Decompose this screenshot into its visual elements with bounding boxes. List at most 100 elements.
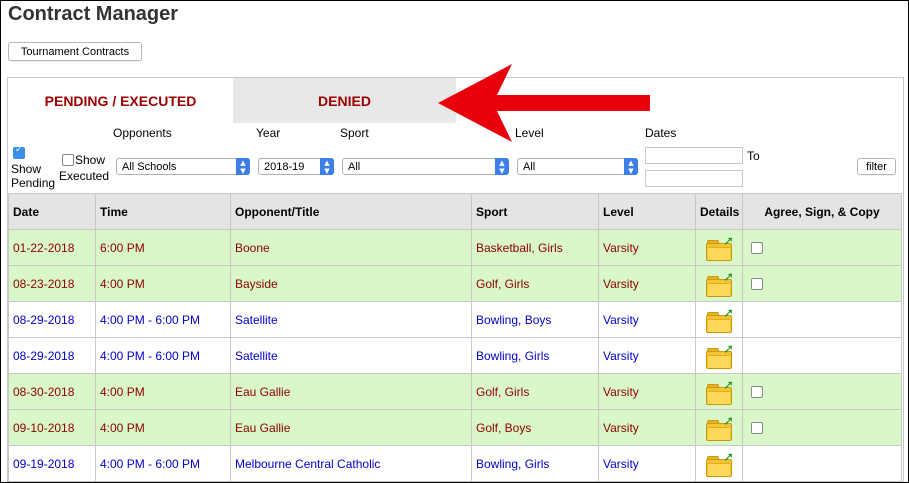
row-sport: Golf, Girls	[471, 265, 599, 302]
row-time: 4:00 PM	[95, 373, 231, 410]
row-agree-cell	[742, 445, 902, 482]
row-details-cell: ➚	[695, 445, 743, 482]
row-time: 4:00 PM - 6:00 PM	[95, 337, 231, 374]
row-date: 08-29-2018	[8, 301, 96, 338]
select-arrows-icon: ▲ ▼	[236, 158, 250, 175]
folder-open-icon[interactable]: ➚	[706, 378, 734, 405]
level-value: All	[523, 160, 536, 173]
folder-open-icon[interactable]: ➚	[706, 306, 734, 333]
agree-checkbox[interactable]	[751, 242, 763, 255]
row-details-cell: ➚	[695, 265, 743, 302]
row-date: 08-23-2018	[8, 265, 96, 302]
row-time: 6:00 PM	[95, 229, 231, 266]
tab-denied[interactable]: DENIED	[233, 78, 456, 123]
row-time: 4:00 PM	[95, 409, 231, 446]
agree-checkbox[interactable]	[751, 422, 763, 435]
row-sport: Golf, Girls	[471, 373, 599, 410]
row-level: Varsity	[598, 337, 696, 374]
row-level: Varsity	[598, 229, 696, 266]
date-to-input[interactable]	[645, 170, 743, 187]
dates-to-label: To	[747, 149, 760, 163]
folder-open-icon[interactable]: ➚	[706, 450, 734, 477]
select-arrows-icon: ▲ ▼	[320, 158, 334, 175]
tab-pending-executed[interactable]: PENDING / EXECUTED	[8, 78, 233, 123]
col-header-date[interactable]: Date	[8, 193, 96, 230]
dates-label: Dates	[645, 126, 677, 140]
row-time: 4:00 PM	[95, 265, 231, 302]
row-opponent: Satellite	[230, 301, 472, 338]
col-header-opponent[interactable]: Opponent/Title	[230, 193, 472, 230]
table-header-row: Date Time Opponent/Title Sport Level Det…	[8, 193, 902, 230]
show-pending-checkbox[interactable]	[13, 145, 25, 159]
agree-checkbox[interactable]	[751, 386, 763, 399]
col-header-sport[interactable]: Sport	[471, 193, 599, 230]
row-time: 4:00 PM - 6:00 PM	[95, 301, 231, 338]
row-sport: Bowling, Girls	[471, 337, 599, 374]
table-row: 08-30-2018 4:00 PM Eau Gallie Golf, Girl…	[8, 373, 902, 410]
row-opponent: Satellite	[230, 337, 472, 374]
row-sport: Bowling, Boys	[471, 301, 599, 338]
row-date: 09-19-2018	[8, 445, 96, 482]
row-agree-cell	[742, 229, 902, 266]
row-agree-cell	[742, 337, 902, 374]
row-sport: Bowling, Girls	[471, 445, 599, 482]
show-executed-label-2: Executed	[59, 169, 110, 183]
opponents-value: All Schools	[122, 160, 177, 173]
row-opponent: Eau Gallie	[230, 409, 472, 446]
row-agree-cell	[742, 301, 902, 338]
sport-value: All	[348, 160, 361, 173]
folder-open-icon[interactable]: ➚	[706, 414, 734, 441]
row-details-cell: ➚	[695, 409, 743, 446]
col-header-time[interactable]: Time	[95, 193, 231, 230]
folder-open-icon[interactable]: ➚	[706, 270, 734, 297]
row-date: 01-22-2018	[8, 229, 96, 266]
folder-open-icon[interactable]: ➚	[706, 342, 734, 369]
show-pending-label-1: Show	[11, 162, 42, 176]
level-select[interactable]: All ▲ ▼	[517, 158, 638, 175]
row-details-cell: ➚	[695, 301, 743, 338]
show-executed-checkbox[interactable]	[62, 154, 74, 166]
opponents-label: Opponents	[113, 126, 172, 140]
select-arrows-icon: ▲ ▼	[624, 158, 638, 175]
sport-select[interactable]: All ▲ ▼	[342, 158, 509, 175]
contracts-table: Date Time Opponent/Title Sport Level Det…	[8, 193, 902, 482]
agree-checkbox[interactable]	[751, 278, 763, 291]
col-header-details: Details	[695, 193, 743, 230]
year-label: Year	[256, 126, 281, 140]
date-from-input[interactable]	[645, 147, 743, 164]
row-agree-cell	[742, 265, 902, 302]
table-row: 09-19-2018 4:00 PM - 6:00 PM Melbourne C…	[8, 445, 902, 482]
row-date: 09-10-2018	[8, 409, 96, 446]
folder-open-icon[interactable]: ➚	[706, 234, 734, 261]
row-details-cell: ➚	[695, 373, 743, 410]
filter-button[interactable]: filter	[857, 158, 896, 175]
sport-label: Sport	[340, 126, 369, 140]
row-opponent: Melbourne Central Catholic	[230, 445, 472, 482]
row-level: Varsity	[598, 265, 696, 302]
row-date: 08-29-2018	[8, 337, 96, 374]
row-sport: Golf, Boys	[471, 409, 599, 446]
table-row: 08-29-2018 4:00 PM - 6:00 PM Satellite B…	[8, 301, 902, 338]
row-opponent: Eau Gallie	[230, 373, 472, 410]
row-level: Varsity	[598, 409, 696, 446]
year-value: 2018-19	[264, 160, 305, 173]
show-pending-label-2: Pending	[11, 176, 56, 190]
row-date: 08-30-2018	[8, 373, 96, 410]
show-executed-label-1: Show	[75, 153, 106, 167]
level-label: Level	[515, 126, 544, 140]
row-level: Varsity	[598, 445, 696, 482]
row-agree-cell	[742, 373, 902, 410]
row-level: Varsity	[598, 373, 696, 410]
tournament-contracts-button[interactable]: Tournament Contracts	[8, 42, 142, 61]
col-header-agree: Agree, Sign, & Copy	[742, 193, 902, 230]
row-agree-cell	[742, 409, 902, 446]
table-row: 08-23-2018 4:00 PM Bayside Golf, Girls V…	[8, 265, 902, 302]
row-opponent: Boone	[230, 229, 472, 266]
opponents-select[interactable]: All Schools ▲ ▼	[116, 158, 250, 175]
select-arrows-icon: ▲ ▼	[495, 158, 509, 175]
row-level: Varsity	[598, 301, 696, 338]
page-title: Contract Manager	[8, 3, 179, 25]
row-opponent: Bayside	[230, 265, 472, 302]
col-header-level[interactable]: Level	[598, 193, 696, 230]
year-select[interactable]: 2018-19 ▲ ▼	[258, 158, 334, 175]
